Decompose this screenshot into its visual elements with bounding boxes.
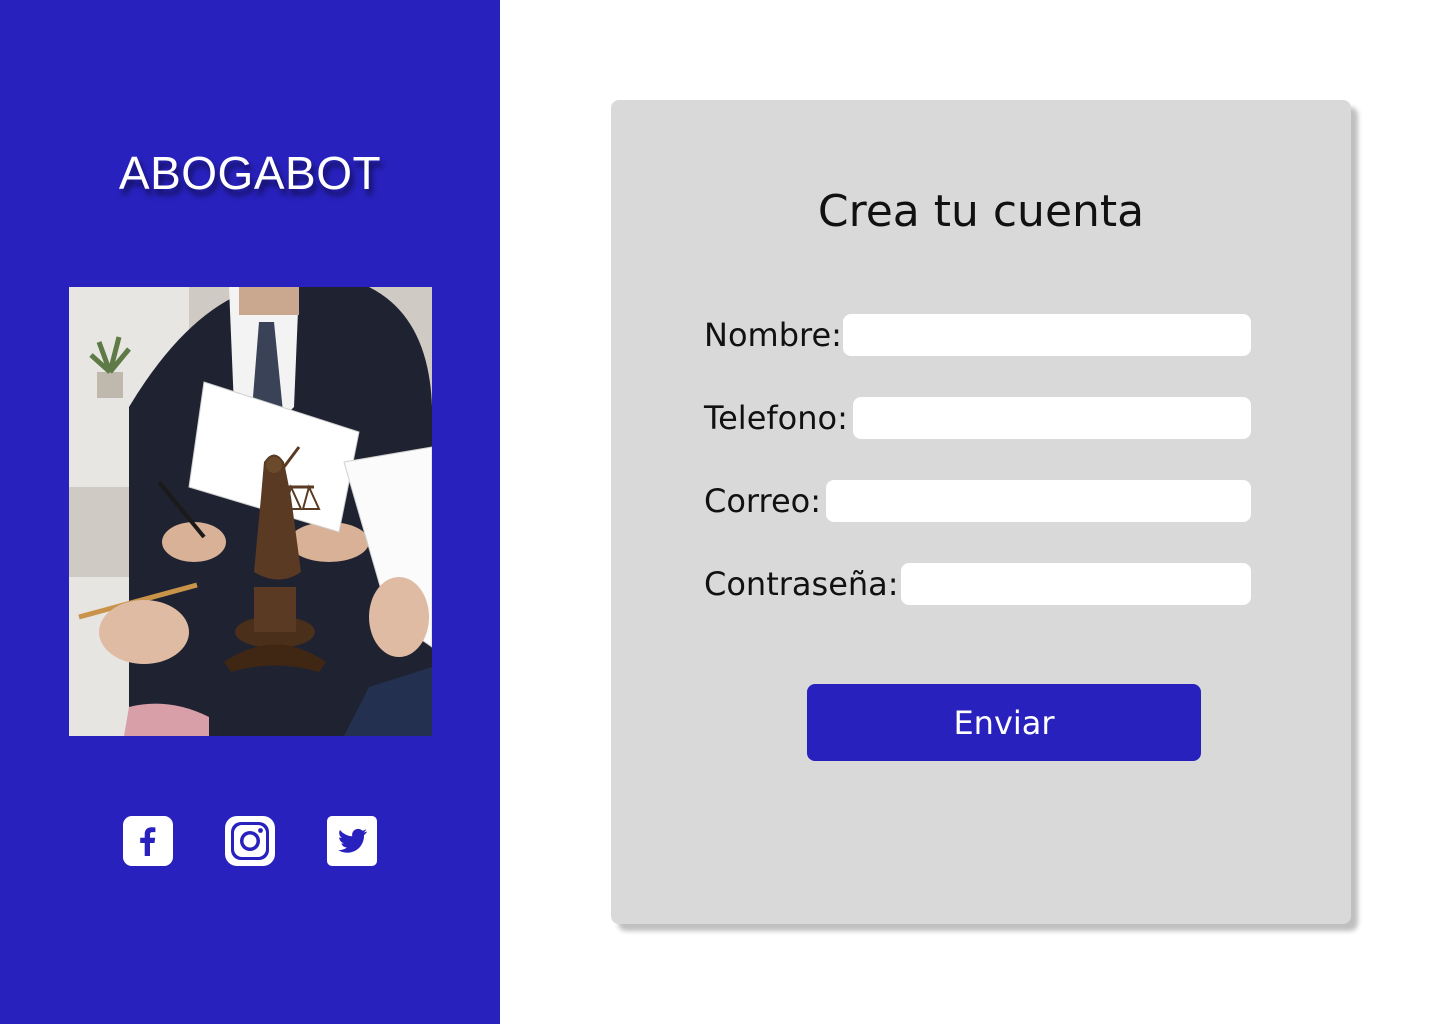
form-title: Crea tu cuenta [817,186,1145,237]
sidebar: ABOGABOT [0,0,500,1024]
twitter-icon [327,816,377,866]
hero-image [69,287,432,736]
password-input[interactable] [901,563,1251,605]
brand-logo: ABOGABOT [118,147,382,199]
instagram-link[interactable] [225,816,275,866]
twitter-link[interactable] [327,816,377,866]
password-label: Contraseña: [704,565,899,603]
phone-label: Telefono: [704,399,848,437]
email-label: Correo: [704,482,822,520]
phone-input[interactable] [853,397,1251,439]
name-label: Nombre: [704,316,842,354]
submit-button[interactable]: Enviar [807,684,1201,761]
email-input[interactable] [826,480,1251,522]
instagram-icon [225,816,275,866]
name-input[interactable] [843,314,1251,356]
facebook-icon [123,816,173,866]
facebook-link[interactable] [123,816,173,866]
